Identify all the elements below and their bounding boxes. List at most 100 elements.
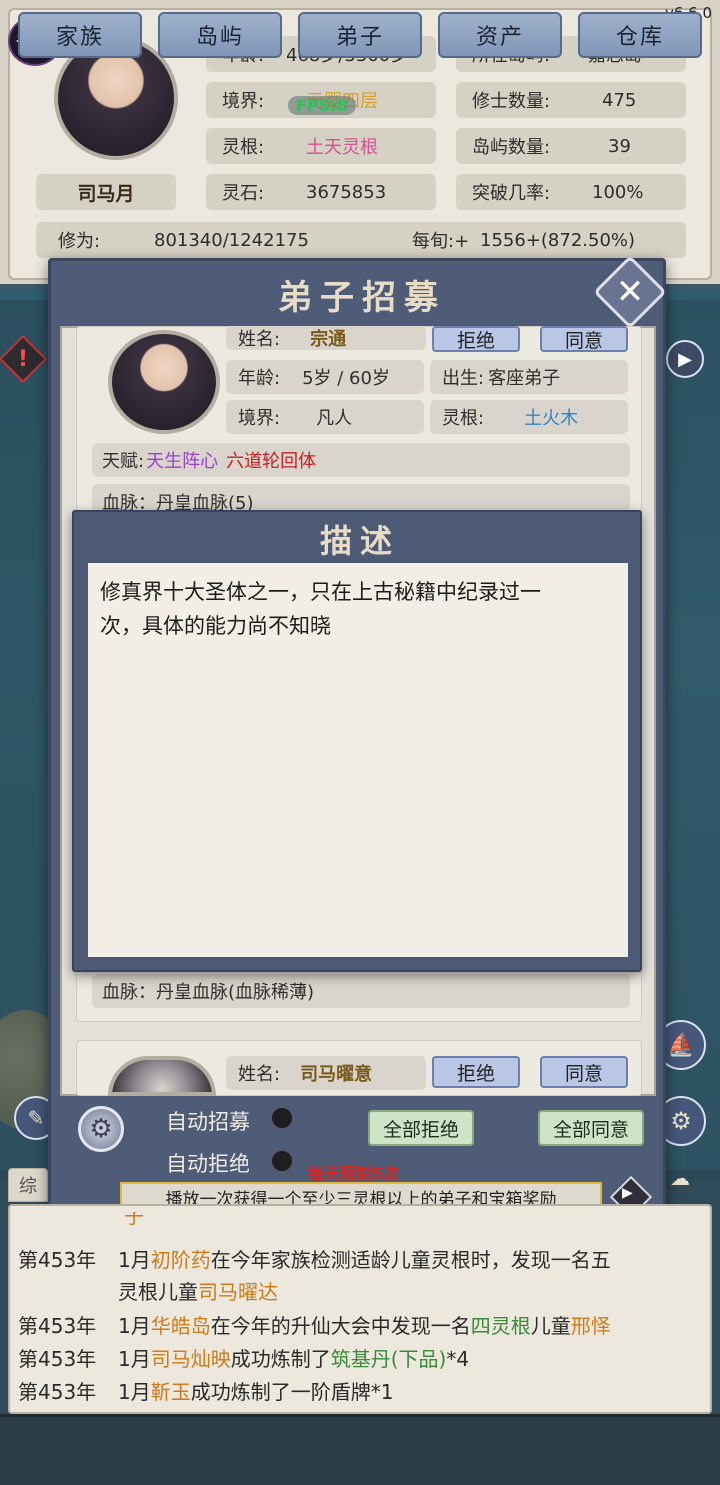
islands-count-field: 岛屿数量: 39 [456, 128, 686, 164]
log-highlight[interactable]: 初阶药 [151, 1248, 211, 1272]
log-text: 1月 [118, 1314, 151, 1338]
nav-disciples[interactable]: 弟子 [298, 12, 422, 58]
log-highlight: 筑基丹(下品) [330, 1347, 447, 1371]
cultivation-label: 修为: [58, 231, 101, 252]
nav-islands[interactable]: 岛屿 [158, 12, 282, 58]
description-line: 修真界十大圣体之一，只在上古秘籍中纪录过一 [100, 580, 541, 604]
cultivators-label: 修士数量: [472, 91, 551, 112]
log-year: 第453年 [18, 1248, 97, 1272]
log-text: 成功炼制了 [230, 1347, 331, 1371]
log-entry: 第453年 1月华皓岛在今年的升仙大会中发现一名四灵根儿童邢怿 [18, 1310, 611, 1339]
log-text: 在今年家族检测适龄儿童灵根时，发现一名五 [210, 1248, 611, 1272]
player-name: 司马月 [36, 174, 176, 210]
reject-all-button[interactable]: 全部拒绝 [368, 1110, 474, 1146]
auto-recruit-toggle[interactable] [270, 1106, 294, 1130]
candidate-name-label: 姓名: [238, 329, 281, 350]
bloodline-text-full: 血脉：丹皇血脉(血脉稀薄) [102, 982, 315, 1003]
root-label: 灵根: [222, 137, 265, 158]
bloodline-field-full: 血脉：丹皇血脉(血脉稀薄) [92, 974, 630, 1008]
log-text: 成功炼制了一阶盾牌*1 [190, 1380, 394, 1404]
cultivators-field: 修士数量: 475 [456, 82, 686, 118]
description-title: 描述 [320, 522, 401, 560]
candidate-talent-field: 天赋: 天生阵心 六道轮回体 [92, 443, 630, 477]
log-highlight[interactable]: 司马曜达 [198, 1280, 278, 1304]
bloodline-text: 血脉：丹皇血脉(5) [102, 493, 254, 512]
cloud-decoration-icon: ☁ [670, 1166, 690, 1190]
candidate-name-field: 姓名: 司马曜意 [226, 1056, 426, 1090]
recruit-settings-gear-icon[interactable]: ⚙ [78, 1106, 124, 1152]
log-text: *4 [446, 1347, 470, 1371]
auto-reject-label: 自动拒绝 [166, 1152, 250, 1176]
islands-count-value: 39 [608, 135, 631, 157]
candidate-name-field: 姓名: 宗通 [226, 326, 426, 350]
talent-item[interactable]: 六道轮回体 [218, 447, 316, 473]
log-year: 第453年 [18, 1347, 97, 1371]
log-text: 1月 [118, 1347, 151, 1371]
talent-item[interactable]: 天生阵心 [144, 447, 218, 473]
cultivators-value: 475 [602, 89, 637, 111]
log-entry-continued: 灵根儿童司马曜达 [118, 1276, 278, 1305]
per-tick-value: 1556+(872.50%) [480, 229, 636, 251]
reject-button[interactable]: 拒绝 [432, 1056, 520, 1088]
log-text: 1月 [118, 1380, 151, 1404]
log-clipped-text: 子 [124, 1212, 144, 1226]
description-line: 次，具体的能力尚不知晓 [100, 614, 331, 638]
log-entry: 第453年 1月司马灿映成功炼制了筑基丹(下品)*4 [18, 1343, 469, 1372]
player-root-field: 灵根: 土天灵根 [206, 128, 436, 164]
nav-family[interactable]: 家族 [18, 12, 142, 58]
accept-button[interactable]: 同意 [540, 1056, 628, 1088]
description-body: 修真界十大圣体之一，只在上古秘籍中纪录过一 次，具体的能力尚不知晓 [88, 563, 628, 957]
accept-all-button[interactable]: 全部同意 [538, 1110, 644, 1146]
log-year: 第453年 [18, 1380, 97, 1404]
log-entry: 第453年 1月靳玉成功炼制了一阶盾牌*1 [18, 1376, 393, 1405]
log-highlight[interactable]: 靳玉 [151, 1380, 191, 1404]
log-text: 儿童 [530, 1314, 571, 1338]
close-icon: ✕ [615, 272, 645, 312]
islands-count-label: 岛屿数量: [472, 137, 551, 158]
stones-value: 3675853 [306, 181, 387, 203]
candidate-age-field: 年龄: 5岁 / 60岁 [226, 360, 424, 394]
reject-button[interactable]: 拒绝 [432, 326, 520, 352]
recruit-modal-title: 弟子招募 [278, 278, 446, 318]
candidate-age-label: 年龄: [238, 368, 281, 389]
log-tab-partial[interactable]: 综 [8, 1168, 48, 1202]
fps-overlay: FPS:8 [288, 96, 356, 115]
bloodline-field: 血脉：丹皇血脉(5) [92, 484, 630, 512]
candidate-realm-field: 境界: 凡人 [226, 400, 424, 434]
breakthrough-value: 100% [592, 181, 644, 203]
per-tick-label: 每旬:+ [412, 231, 470, 252]
candidate-birth-value: 客座弟子 [488, 368, 561, 389]
nav-warehouse[interactable]: 仓库 [578, 12, 702, 58]
accept-button[interactable]: 同意 [540, 326, 628, 352]
log-highlight[interactable]: 司马灿映 [151, 1347, 231, 1371]
candidate-realm-label: 境界: [238, 408, 281, 429]
auto-reject-toggle[interactable] [270, 1149, 294, 1173]
candidate-root-label: 灵根: [442, 408, 485, 429]
player-realm-field: 境界: 元婴四层 FPS:8 [206, 82, 436, 118]
candidate-realm-value: 凡人 [316, 408, 353, 429]
nav-assets[interactable]: 资产 [438, 12, 562, 58]
log-highlight[interactable]: 邢怿 [571, 1314, 611, 1338]
log-year: 第453年 [18, 1314, 97, 1338]
ad-play-arrow: ▶ [622, 1185, 633, 1201]
left-map-strip [0, 300, 48, 1180]
log-entry: 第453年 1月初阶药在今年家族检测适龄儿童灵根时，发现一名五 [18, 1244, 611, 1273]
candidate-name-value: 司马曜意 [300, 1064, 373, 1085]
cultivation-value: 801340/1242175 [154, 229, 309, 251]
candidate-name-value: 宗通 [310, 329, 347, 350]
play-arrow-icon[interactable]: ▶ [666, 340, 704, 378]
log-text: 在今年的升仙大会中发现一名 [210, 1314, 471, 1338]
root-value: 土天灵根 [306, 137, 378, 158]
stones-label: 灵石: [222, 183, 265, 204]
candidate-age-value: 5岁 / 60岁 [302, 368, 390, 389]
candidate-root-field: 灵根: 土火木 [430, 400, 628, 434]
candidate-birth-label: 出生: [442, 368, 485, 389]
bottom-nav [0, 1414, 720, 1485]
daily-limit-text: 每天限制5次 [308, 1164, 400, 1183]
candidate-birth-field: 出生: 客座弟子 [430, 360, 628, 394]
auto-recruit-label: 自动招募 [166, 1110, 250, 1134]
alert-mark: ! [17, 346, 29, 372]
candidate-talent-label: 天赋: [102, 451, 145, 472]
log-highlight[interactable]: 华皓岛 [151, 1314, 211, 1338]
candidate-name-label: 姓名: [238, 1064, 281, 1085]
